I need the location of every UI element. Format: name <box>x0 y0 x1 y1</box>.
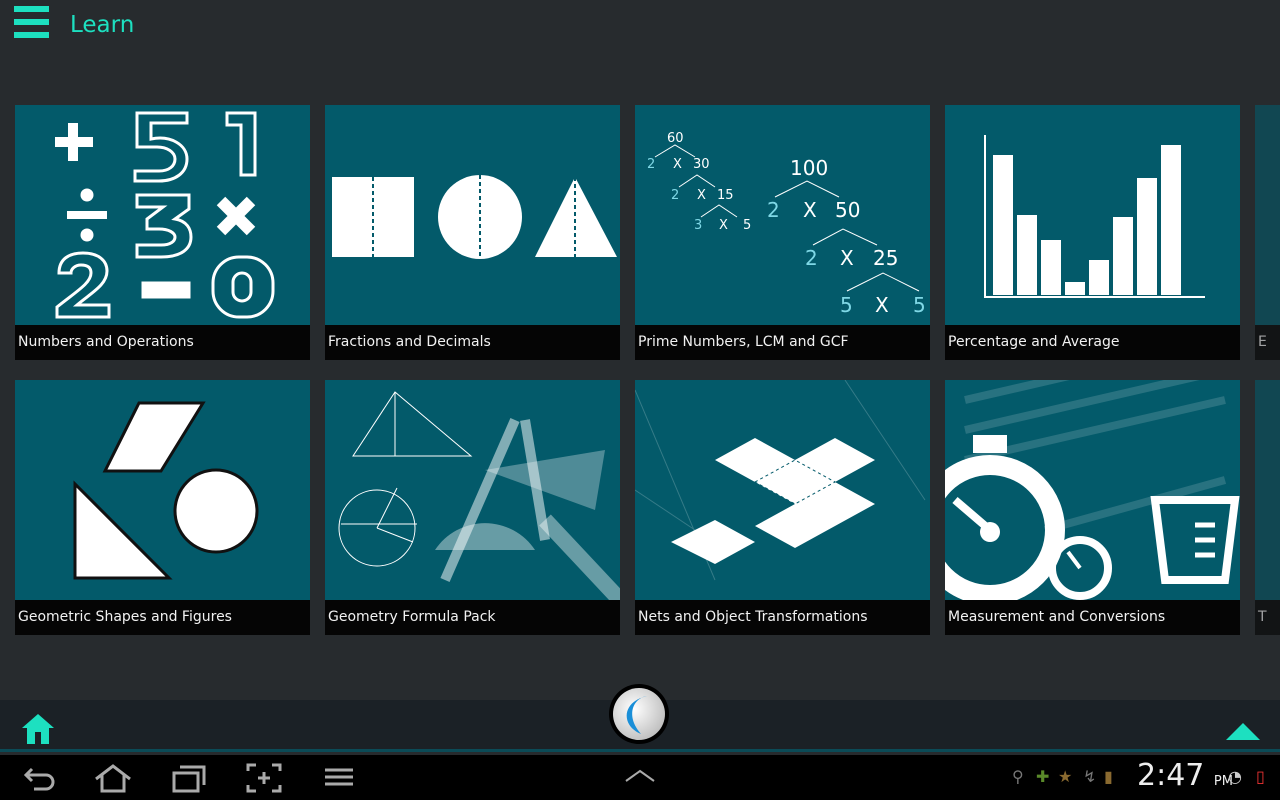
chevron-up-icon[interactable] <box>624 763 656 793</box>
tree-number: X <box>719 218 728 233</box>
tile-prime-numbers[interactable]: 60 2 X 30 2 X 15 3 X 5 100 2 X 50 2 X 25… <box>635 105 930 360</box>
app-logo[interactable] <box>609 684 669 744</box>
tree-number: 100 <box>790 156 828 180</box>
stopwatch-illustration <box>945 380 1240 600</box>
net-illustration <box>635 380 930 600</box>
shapes-illustration <box>15 380 310 600</box>
tree-number: 25 <box>873 246 898 270</box>
tile-nets-and-transformations[interactable]: Nets and Object Transformations <box>635 380 930 635</box>
tile-image <box>1255 380 1280 600</box>
star-icon: ★ <box>1058 767 1073 786</box>
factor-tree-illustration: 60 2 X 30 2 X 15 3 X 5 100 2 X 50 2 X 25… <box>635 105 930 325</box>
tile-label: Fractions and Decimals <box>325 325 620 360</box>
tile-geometric-shapes[interactable]: Geometric Shapes and Figures <box>15 380 310 635</box>
tile-percentage-and-average[interactable]: Percentage and Average <box>945 105 1240 360</box>
tree-number: X <box>875 293 889 317</box>
book-icon: ▮ <box>1104 767 1113 786</box>
tree-number: 5 <box>743 218 751 233</box>
tile-partial[interactable]: E <box>1255 105 1280 360</box>
status-clock: 2:47 PM <box>1137 758 1233 793</box>
tile-numbers-and-operations[interactable]: Numbers and Operations <box>15 105 310 360</box>
fractions-illustration <box>325 105 620 325</box>
tile-image <box>1255 105 1280 325</box>
tile-label: Geometric Shapes and Figures <box>15 600 310 635</box>
tile-label: Prime Numbers, LCM and GCF <box>635 325 930 360</box>
tree-number: 60 <box>667 131 684 146</box>
tree-number: X <box>803 198 817 222</box>
time: 2:47 <box>1137 758 1205 793</box>
tree-number: 5 <box>913 293 926 317</box>
menu-icon[interactable] <box>323 763 355 793</box>
page-title: Learn <box>70 12 135 38</box>
tile-measurement-and-conversions[interactable]: Measurement and Conversions <box>945 380 1240 635</box>
tile-label: Numbers and Operations <box>15 325 310 360</box>
tile-fractions-and-decimals[interactable]: Fractions and Decimals <box>325 105 620 360</box>
tree-number: X <box>697 188 706 203</box>
plus-icon: ✚ <box>1036 767 1050 786</box>
tile-label: Percentage and Average <box>945 325 1240 360</box>
battery-alert-icon: ▯ <box>1256 767 1265 786</box>
tile-label: Measurement and Conversions <box>945 600 1240 635</box>
usb-icon: ⚲ <box>1012 767 1024 786</box>
system-nav-bar: ⚲ ✚ ★ ↯ ▮ 2:47 PM ◔ ▯ <box>0 755 1280 800</box>
tile-partial[interactable]: T <box>1255 380 1280 635</box>
bar-graph-illustration <box>945 105 1240 325</box>
tree-number: 5 <box>840 293 853 317</box>
tree-number: X <box>840 246 854 270</box>
tile-label: Geometry Formula Pack <box>325 600 620 635</box>
tree-number: 30 <box>693 157 710 172</box>
tile-label: T <box>1255 600 1280 635</box>
tree-number: 15 <box>717 188 734 203</box>
tile-geometry-formula-pack[interactable]: Geometry Formula Pack <box>325 380 620 635</box>
tree-number: 50 <box>835 198 860 222</box>
back-icon[interactable] <box>22 763 58 793</box>
tree-number: 2 <box>671 188 679 203</box>
screenshot-icon[interactable] <box>246 763 282 793</box>
top-bar: Learn <box>0 0 1280 56</box>
tree-number: 2 <box>647 157 655 172</box>
tree-number: 2 <box>767 198 780 222</box>
numbers-illustration <box>15 105 310 325</box>
tile-label: Nets and Object Transformations <box>635 600 930 635</box>
tree-number: 3 <box>694 218 702 233</box>
hamburger-menu-icon[interactable] <box>14 6 49 40</box>
home-nav-icon[interactable] <box>92 763 134 793</box>
wifi-icon: ◔ <box>1228 767 1242 786</box>
tree-number: X <box>673 157 682 172</box>
home-icon[interactable] <box>20 712 56 746</box>
tile-label: E <box>1255 325 1280 360</box>
geometry-tools-illustration <box>325 380 620 600</box>
tree-number: 2 <box>805 246 818 270</box>
recent-apps-icon[interactable] <box>170 763 208 793</box>
triangle-up-icon[interactable] <box>1226 723 1260 740</box>
sync-icon: ↯ <box>1083 767 1097 786</box>
app-bottom-bar <box>0 684 1280 752</box>
